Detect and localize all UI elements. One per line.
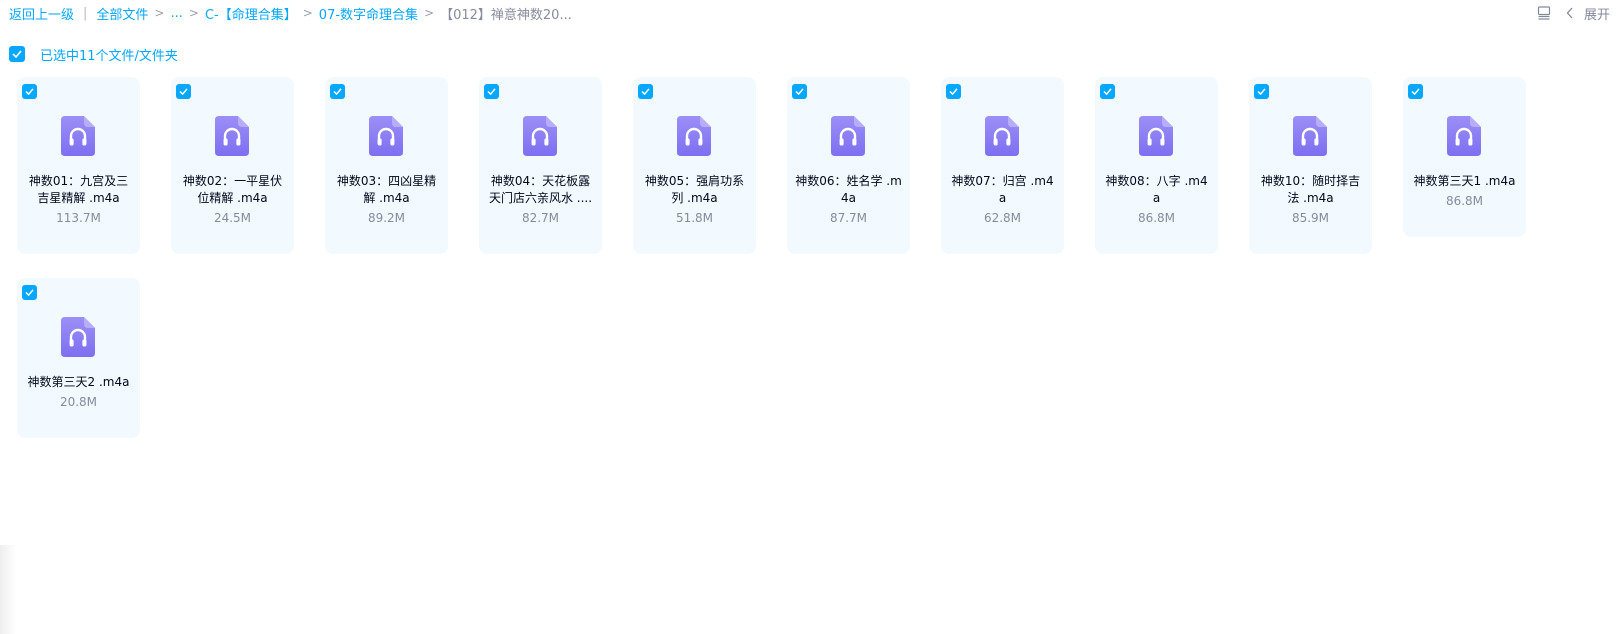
file-name: 神数01：九宫及三吉星精解 .m4a <box>28 174 129 205</box>
audio-file-icon <box>61 317 95 357</box>
file-size: 87.7M <box>829 211 868 225</box>
file-size: 86.8M <box>1445 194 1484 208</box>
expand-label: 展开 <box>1583 7 1610 23</box>
file-card[interactable]: 神数08：八字 .m4a 86.8M <box>1095 77 1218 254</box>
check-icon <box>1257 88 1266 95</box>
file-name: 神数10：随时择吉法 .m4a <box>1260 174 1361 205</box>
list-view-icon[interactable] <box>1536 5 1552 21</box>
check-icon <box>179 88 188 95</box>
check-icon <box>25 88 34 95</box>
file-checkbox[interactable] <box>792 84 807 99</box>
audio-file-icon <box>1139 116 1173 156</box>
expand-button[interactable]: 展开 <box>1566 4 1610 23</box>
audio-file-icon <box>369 116 403 156</box>
file-size: 85.9M <box>1291 211 1330 225</box>
audio-file-icon <box>677 116 711 156</box>
breadcrumb-separator-icon: > <box>188 6 199 20</box>
breadcrumb-separator-icon: > <box>302 6 313 20</box>
audio-file-icon <box>215 116 249 156</box>
audio-file-icon <box>831 116 865 156</box>
file-name: 神数第三天1 .m4a <box>1413 174 1516 188</box>
file-name: 神数02：一平星伏位精解 .m4a <box>182 174 283 205</box>
audio-file-icon <box>61 116 95 156</box>
file-size: 89.2M <box>367 211 406 225</box>
file-name: 神数第三天2 .m4a <box>27 375 130 389</box>
file-card[interactable]: 神数02：一平星伏位精解 .m4a 24.5M <box>171 77 294 254</box>
file-checkbox[interactable] <box>638 84 653 99</box>
breadcrumb-current: 【012】禅意神数20... <box>440 7 572 23</box>
breadcrumb-divider: | <box>83 5 88 21</box>
file-size: 86.8M <box>1137 211 1176 225</box>
file-checkbox[interactable] <box>1100 84 1115 99</box>
audio-file-icon <box>1447 116 1481 156</box>
check-icon <box>795 88 804 95</box>
file-card[interactable]: 神数05：强肩功系列 .m4a 51.8M <box>633 77 756 254</box>
breadcrumb-all-files[interactable]: 全部文件 <box>96 4 148 23</box>
check-icon <box>25 289 34 296</box>
breadcrumb-level-2[interactable]: 07-数字命理合集 <box>319 4 418 23</box>
file-card[interactable]: 神数04：天花板露天门店六亲风水 .... 82.7M <box>479 77 602 254</box>
file-checkbox[interactable] <box>22 84 37 99</box>
selection-count-label: 已选中11个文件/文件夹 <box>40 48 178 64</box>
file-size: 24.5M <box>213 211 252 225</box>
select-all-checkbox[interactable] <box>9 46 25 62</box>
file-size: 51.8M <box>675 211 714 225</box>
audio-file-icon <box>1293 116 1327 156</box>
file-size: 113.7M <box>56 211 101 225</box>
check-icon <box>641 88 650 95</box>
check-icon <box>487 88 496 95</box>
breadcrumb: 返回上一级 | 全部文件 > ... > C-【命理合集】 > 07-数字命理合… <box>9 3 572 23</box>
file-card[interactable]: 神数第三天2 .m4a 20.8M <box>17 278 140 438</box>
file-grid: 神数01：九宫及三吉星精解 .m4a 113.7M 神数02：一平星伏位精解 .… <box>17 77 1577 438</box>
check-icon <box>333 88 342 95</box>
audio-file-icon <box>985 116 1019 156</box>
check-icon <box>12 50 22 58</box>
file-card[interactable]: 神数第三天1 .m4a 86.8M <box>1403 77 1526 237</box>
file-name: 神数08：八字 .m4a <box>1105 174 1208 205</box>
file-size: 62.8M <box>983 211 1022 225</box>
scroll-shadow <box>0 545 16 634</box>
file-size: 82.7M <box>521 211 560 225</box>
check-icon <box>1103 88 1112 95</box>
file-checkbox[interactable] <box>22 285 37 300</box>
breadcrumb-ellipsis[interactable]: ... <box>170 6 182 21</box>
file-card[interactable]: 神数07：归宫 .m4a 62.8M <box>941 77 1064 254</box>
file-name: 神数06：姓名学 .m4a <box>795 174 902 205</box>
file-name: 神数04：天花板露天门店六亲风水 .... <box>488 174 593 205</box>
file-checkbox[interactable] <box>1254 84 1269 99</box>
file-card[interactable]: 神数06：姓名学 .m4a 87.7M <box>787 77 910 254</box>
file-checkbox[interactable] <box>946 84 961 99</box>
file-checkbox[interactable] <box>330 84 345 99</box>
file-name: 神数07：归宫 .m4a <box>951 174 1054 205</box>
check-icon <box>949 88 958 95</box>
file-card[interactable]: 神数10：随时择吉法 .m4a 85.9M <box>1249 77 1372 254</box>
chevron-left-icon <box>1566 7 1574 19</box>
breadcrumb-separator-icon: > <box>424 6 435 20</box>
file-checkbox[interactable] <box>484 84 499 99</box>
selection-bar: 已选中11个文件/文件夹 <box>9 46 178 64</box>
toolbar: 展开 <box>1536 3 1610 23</box>
check-icon <box>1411 88 1420 95</box>
file-name: 神数05：强肩功系列 .m4a <box>644 174 745 205</box>
file-card[interactable]: 神数03：四凶星精解 .m4a 89.2M <box>325 77 448 254</box>
audio-file-icon <box>523 116 557 156</box>
file-name: 神数03：四凶星精解 .m4a <box>336 174 437 205</box>
file-card[interactable]: 神数01：九宫及三吉星精解 .m4a 113.7M <box>17 77 140 254</box>
breadcrumb-level-1[interactable]: C-【命理合集】 <box>205 4 297 23</box>
file-checkbox[interactable] <box>1408 84 1423 99</box>
breadcrumb-separator-icon: > <box>154 6 165 20</box>
back-link[interactable]: 返回上一级 <box>9 4 74 23</box>
file-checkbox[interactable] <box>176 84 191 99</box>
file-size: 20.8M <box>59 395 98 409</box>
